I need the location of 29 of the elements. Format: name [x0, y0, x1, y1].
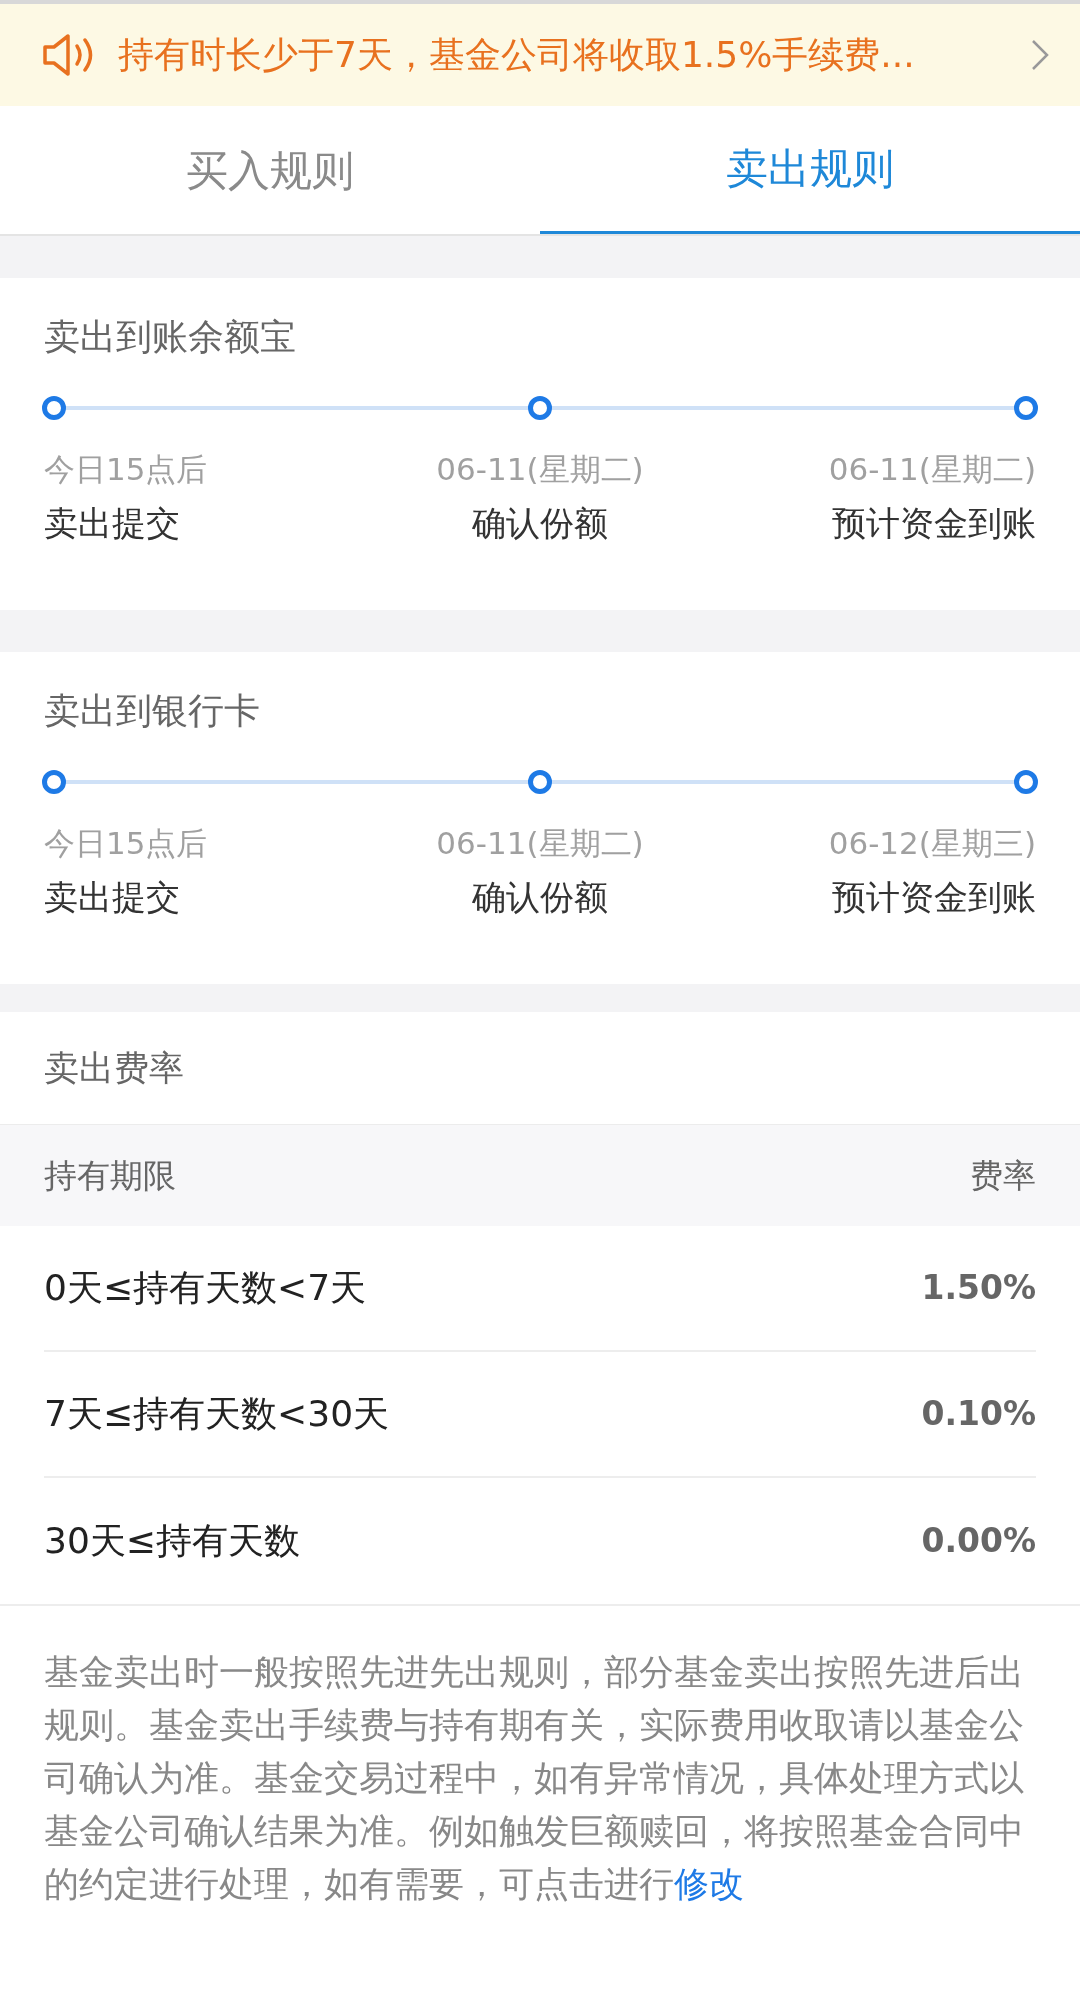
note-paragraph: 基金卖出时一般按照先进先出规则，部分基金卖出按照先进后出规则。基金卖出手续费与持有期有关，实际费用收取请以基金公司确认为准。基金交易过程中，如有异常情况，具体处理方式以基金公司确认结果为准。例如触发巨额赎回，将按照基金合同中的约定进行处理，如有需要，可点击进行修改 [44, 1651, 1025, 1906]
step-label: 确认份额 [472, 876, 608, 919]
table-cell-text: 1.50% [921, 1267, 1036, 1310]
notice-text: 持有时长少于7天，基金公司将收取1.5%手续费... [118, 33, 916, 77]
table-cell-text: 0.10% [921, 1393, 1036, 1436]
step-date: 06-12(星期三) [828, 824, 1036, 863]
step-date: 06-11(星期二) [436, 450, 644, 489]
step-label: 卖出提交 [44, 502, 180, 545]
step-date: 今日15点后 [44, 824, 208, 863]
section-title: 卖出费率 [44, 1046, 184, 1090]
table-cell-text: 7天≤持有天数<30天 [44, 1392, 390, 1436]
step-date: 06-11(星期二) [828, 450, 1036, 489]
section-title: 卖出到账余额宝 [44, 315, 297, 359]
step-date: 今日15点后 [44, 450, 208, 489]
step-label: 预计资金到账 [832, 876, 1036, 919]
step-label: 预计资金到账 [832, 502, 1036, 545]
edit-link[interactable]: 修改 [674, 1864, 744, 1904]
table-cell-text: 0.00% [921, 1520, 1036, 1563]
step-label: 确认份额 [472, 502, 608, 545]
column-header: 持有期限 [44, 1154, 176, 1197]
step-date: 06-11(星期二) [436, 824, 644, 863]
step-label: 卖出提交 [44, 876, 180, 919]
column-header: 费率 [970, 1154, 1036, 1197]
notice-banner[interactable]: 持有时长少于7天，基金公司将收取1.5%手续费... [0, 0, 1080, 106]
table-cell-text: 0天≤持有天数<7天 [44, 1266, 367, 1310]
tab[interactable]: 买入规则 [0, 106, 540, 234]
table-cell-text: 30天≤持有天数 [44, 1519, 300, 1563]
section-title: 卖出到银行卡 [44, 689, 261, 733]
chevron-right-icon [1030, 38, 1050, 72]
